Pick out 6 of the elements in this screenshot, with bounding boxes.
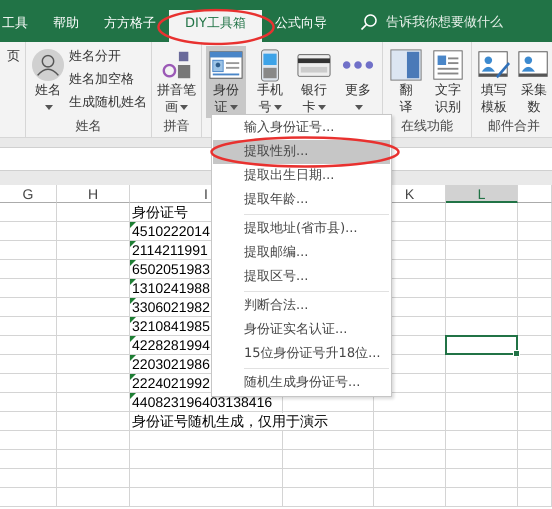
group-label: 拼音: [164, 119, 190, 134]
cell-text: 身份证号: [132, 204, 188, 221]
group-label: 在线功能: [401, 119, 453, 134]
cell-text: 身份证号随机生成，仅用于演示: [132, 413, 328, 430]
group-label: 姓名: [76, 119, 102, 134]
group-label: 邮件合并: [488, 119, 540, 134]
